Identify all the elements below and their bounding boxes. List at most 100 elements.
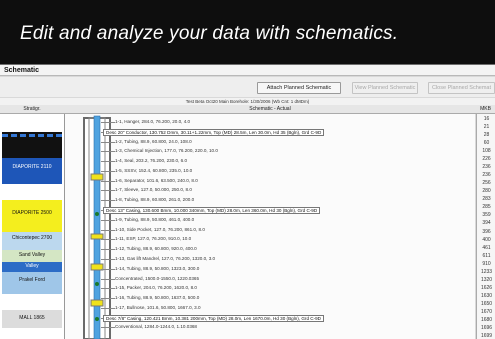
depth-value: 1670 <box>480 308 493 315</box>
depth-value: 1320 <box>480 276 493 283</box>
leader-line <box>101 258 115 260</box>
component-annotation[interactable]: 1-1, Hanger, 284.0, 76.200, 20.0, 4.0 <box>115 119 190 124</box>
depth-value: 461 <box>482 244 491 251</box>
depth-value: 283 <box>482 196 491 203</box>
packer-component <box>90 299 104 307</box>
depth-value: 400 <box>482 236 491 243</box>
schematic-header: Schematic - Actual <box>249 106 291 112</box>
component-annotation[interactable]: 1-10, Side Pocket, 127.0, 76.200, 861.0,… <box>115 227 205 232</box>
stratigraphy-column: DIAPORITE 2110 DIAPORITE 2500 Chicontepe… <box>0 114 65 339</box>
close-planned-schematic-button[interactable]: Close Planned Schemat <box>428 82 495 94</box>
strat-block-label: DIAPORITE 2110 <box>12 164 52 170</box>
strat-block: Valley <box>2 262 62 272</box>
depth-value: 236 <box>482 172 491 179</box>
leader-line <box>101 249 115 251</box>
banner-text: Edit and analyze your data with schemati… <box>20 23 399 44</box>
component-annotation[interactable]: 1-14, Tubing, 88.9, 50.800, 1323.0, 300.… <box>115 266 199 271</box>
depth-value: 285 <box>482 204 491 211</box>
depth-value: 396 <box>482 228 491 235</box>
strat-block: DIAPORITE 2110 <box>2 158 62 184</box>
depth-value: 1630 <box>480 292 493 299</box>
toolbar: Attach Planned Schematic View Planned Sc… <box>0 77 495 97</box>
strat-block-label: MALL 1865 <box>19 315 45 321</box>
leader-line <box>101 288 115 290</box>
perforation-marker <box>95 212 99 216</box>
depth-value: 60 <box>483 140 490 147</box>
strat-header: Stratigr. <box>23 106 41 112</box>
leader-line <box>101 180 115 182</box>
depth-value: 1650 <box>480 300 493 307</box>
depth-value: 256 <box>482 180 491 187</box>
component-annotation[interactable]: Conventional, 1284.0-1244.0, 1.10.0368 <box>115 324 197 329</box>
schematic-panel: 1-1, Hanger, 284.0, 76.200, 20.0, 4.0 Des… <box>65 114 475 339</box>
component-annotation[interactable]: 1-2, Tubing, 88.9, 60.800, 24.0, 108.0 <box>115 139 192 144</box>
strat-block: Sand Valley <box>2 250 62 262</box>
leader-line <box>101 278 115 280</box>
strat-block-label: Sand Valley <box>18 252 46 258</box>
component-annotation[interactable]: 1-9, Tubing, 88.9, 50.800, 461.0, 400.0 <box>115 217 194 222</box>
strat-block: DIAPORITE 2500 <box>2 200 62 232</box>
view-planned-schematic-button[interactable]: View Planned Schematic <box>352 82 418 94</box>
casing-annotation[interactable]: Desc 20" Conductor, 130.752 Dmm, 30.11+1… <box>103 128 325 136</box>
leader-line <box>101 307 115 309</box>
leader-line <box>101 141 115 143</box>
leader-line <box>101 200 115 202</box>
depth-value: 1626 <box>480 284 493 291</box>
leader-line <box>101 268 115 270</box>
component-annotation[interactable]: 1-15, Packer, 204.0, 76.200, 1620.0, 8.0 <box>115 285 197 290</box>
leader-line <box>101 298 115 300</box>
strat-dash-band <box>2 134 62 137</box>
column-headers: Stratigr. Schematic - Actual MKB (m) <box>0 105 495 120</box>
depth-value: 394 <box>482 220 491 227</box>
strat-block: Chicontepec 2700 <box>2 232 62 250</box>
depth-value: 108 <box>482 148 491 155</box>
component-annotation[interactable]: 1-4, Seal, 203.2, 76.200, 230.0, 6.0 <box>115 158 187 163</box>
component-annotation[interactable]: Concentrated, 1500.0-1550.0, 1220.0365 <box>115 276 199 281</box>
depth-value: 611 <box>482 252 491 259</box>
side-pocket-component <box>90 233 104 240</box>
component-annotation[interactable]: 1-3, Chemical Injection, 177.0, 76.200, … <box>115 148 218 153</box>
depth-value: 1680 <box>480 316 493 323</box>
leader-line <box>101 239 115 241</box>
component-annotation[interactable]: 1-17, Bullnose, 101.6, 50.800, 1667.0, 3… <box>115 305 201 310</box>
strat-block: MALL 1865 <box>2 310 62 328</box>
depth-value: 16 <box>483 116 490 122</box>
component-annotation[interactable]: 1-16, Tubing, 88.9, 50.800, 1637.0, 500.… <box>115 295 199 300</box>
depth-value: 21 <box>483 124 490 131</box>
depth-value: 280 <box>482 188 491 195</box>
component-annotation[interactable]: 1-12, Tubing, 88.9, 60.800, 920.0, 400.0 <box>115 246 197 251</box>
component-annotation[interactable]: 1-5, SSSV, 152.4, 60.800, 235.0, 10.0 <box>115 168 192 173</box>
leader-line <box>101 122 115 123</box>
depth-value: 28 <box>483 132 490 139</box>
depth-value: 359 <box>482 212 491 219</box>
perforation-marker <box>95 282 99 286</box>
strat-block: Prakel Ford <box>2 272 62 294</box>
leader-line <box>101 161 115 163</box>
depth-value: 1233 <box>480 268 493 275</box>
leader-line <box>101 229 115 231</box>
depth-value: 910 <box>482 260 491 267</box>
leader-line <box>101 327 115 329</box>
casing-annotation[interactable]: Desc 7/8" Casing, 120.421 Bmm, 10.381 20… <box>103 314 324 322</box>
component-annotation[interactable]: 1-8, Tubing, 88.9, 60.800, 261.0, 200.0 <box>115 197 194 202</box>
component-annotation[interactable]: 1-11, ESP, 127.0, 76.200, 910.0, 10.0 <box>115 236 191 241</box>
leader-line <box>101 151 115 153</box>
strat-block-label: DIAPORITE 2500 <box>12 210 52 216</box>
component-annotation[interactable]: 1-6, Separator, 101.6, 63.500, 240.0, 8.… <box>115 178 198 183</box>
casing-annotation[interactable]: Desc 13" Casing, 130.600 Bmm, 10.000 340… <box>103 207 321 215</box>
component-annotation[interactable]: 1-7, Sleeve, 127.0, 50.000, 250.0, 8.0 <box>115 187 192 192</box>
depth-value: 1699 <box>480 332 493 339</box>
depth-column: 16 21 28 60 108 226 236 236 256 280 283 285 359 394 39… <box>476 114 495 339</box>
banner: Edit and analyze your data with schemati… <box>0 0 495 65</box>
strat-block-label: Valley <box>25 263 39 269</box>
sssv-component <box>90 173 104 181</box>
leader-line <box>101 219 115 221</box>
strat-block-label: Chicontepec 2700 <box>11 235 53 241</box>
schematic-caption: Test Beta Oct20 Main Borehole: 1/30/2006… <box>0 98 495 105</box>
attach-planned-schematic-button[interactable]: Attach Planned Schematic <box>257 82 341 94</box>
leader-line <box>101 170 115 172</box>
perforation-marker <box>95 317 99 321</box>
strat-block-label: Prakel Ford <box>19 277 45 283</box>
depth-value: 236 <box>482 164 491 171</box>
component-annotation[interactable]: 1-13, Gas lift Mandrel, 127.0, 76.200, 1… <box>115 256 215 261</box>
